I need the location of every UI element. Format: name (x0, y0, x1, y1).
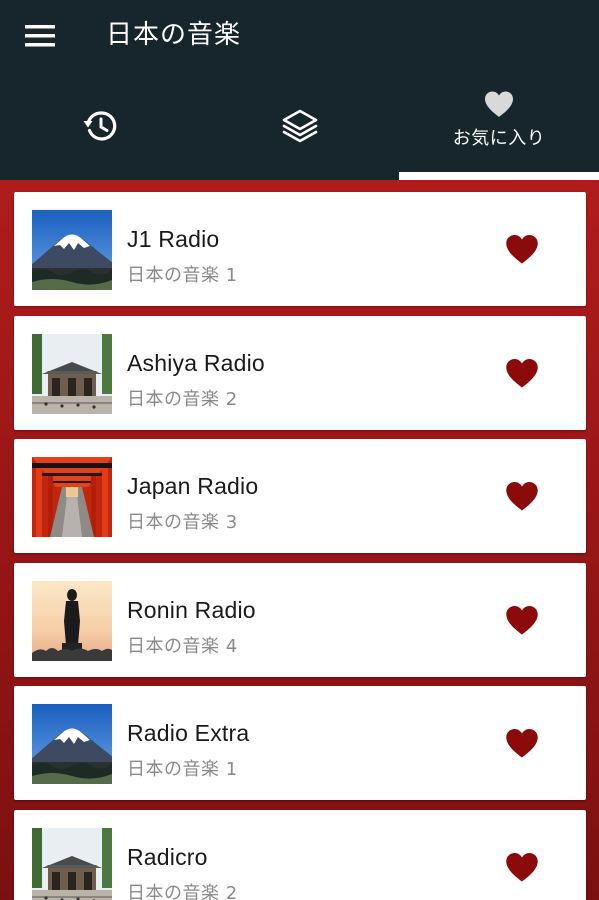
station-thumbnail (32, 827, 112, 900)
station-name: Ashiya Radio (127, 349, 265, 376)
favorite-heart-icon[interactable] (504, 479, 540, 513)
layers-icon (281, 108, 319, 144)
station-thumbnail (32, 704, 112, 784)
station-genre: 日本の音楽 2 (127, 882, 238, 900)
station-card[interactable]: Radio Extra 日本の音楽 1 (14, 686, 586, 800)
station-thumbnail (32, 333, 112, 414)
station-card[interactable]: Radicro 日本の音楽 2 (14, 809, 586, 900)
station-card[interactable]: Ronin Radio 日本の音楽 4 (14, 562, 586, 677)
history-icon (83, 109, 117, 143)
tab-bar: お気に入り (0, 72, 599, 180)
station-card[interactable]: J1 Radio 日本の音楽 1 (14, 192, 586, 306)
station-genre: 日本の音楽 2 (127, 388, 238, 410)
station-thumbnail (32, 457, 112, 537)
station-genre: 日本の音楽 3 (127, 512, 238, 533)
favorite-heart-icon[interactable] (504, 356, 540, 390)
station-name: Radicro (127, 843, 208, 870)
station-name: J1 Radio (127, 226, 220, 252)
station-thumbnail (32, 210, 112, 290)
active-tab-indicator (399, 172, 599, 180)
station-genre: 日本の音楽 1 (127, 759, 238, 780)
station-card[interactable]: Japan Radio 日本の音楽 3 (14, 439, 586, 553)
station-genre: 日本の音楽 1 (127, 265, 238, 286)
tab-favorites-label: お気に入り (452, 128, 546, 149)
station-name: Japan Radio (127, 473, 259, 499)
app-bar: 日本の音楽 お気に入り (0, 0, 599, 180)
station-name: Radio Extra (127, 720, 250, 746)
station-list: J1 Radio 日本の音楽 1 Ashiya Radio 日本の音楽 2 Ja… (14, 192, 586, 900)
tab-favorites[interactable]: お気に入り (399, 72, 599, 180)
favorites-list-area[interactable]: J1 Radio 日本の音楽 1 Ashiya Radio 日本の音楽 2 Ja… (0, 180, 599, 900)
favorite-heart-icon[interactable] (504, 726, 540, 760)
favorite-heart-icon[interactable] (504, 232, 540, 266)
heart-icon (483, 90, 515, 118)
station-card[interactable]: Ashiya Radio 日本の音楽 2 (14, 315, 586, 430)
tab-categories[interactable] (200, 72, 399, 180)
station-genre: 日本の音楽 4 (127, 635, 238, 657)
station-name: Ronin Radio (127, 596, 256, 623)
toolbar: 日本の音楽 (0, 0, 599, 72)
favorite-heart-icon[interactable] (504, 850, 540, 884)
station-thumbnail (32, 580, 112, 661)
menu-icon[interactable] (14, 14, 66, 58)
favorite-heart-icon[interactable] (504, 603, 540, 637)
app-title: 日本の音楽 (106, 20, 242, 50)
tab-history[interactable] (0, 72, 200, 180)
